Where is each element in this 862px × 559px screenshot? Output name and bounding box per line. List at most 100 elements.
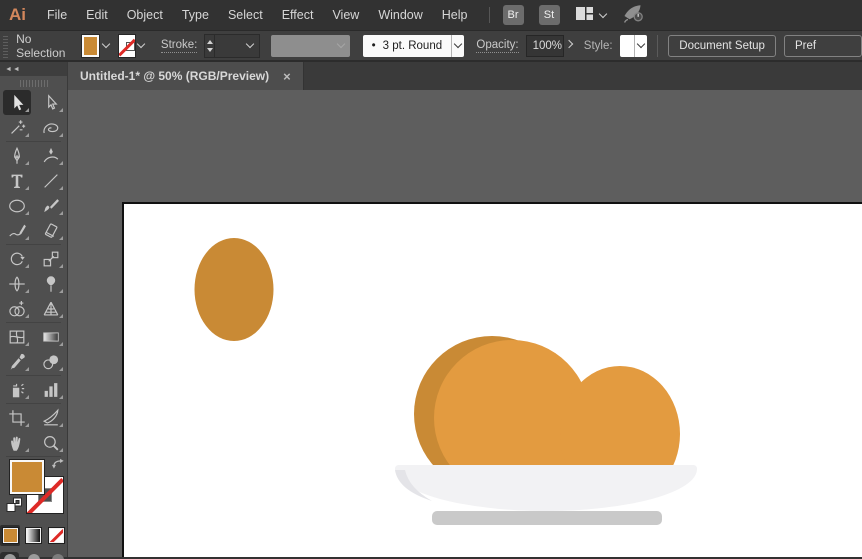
rotate-tool[interactable] [3,246,31,271]
gradient-mode-button[interactable] [23,525,43,546]
style-label: Style: [584,40,613,52]
mesh-icon [7,327,27,347]
selection-status: No Selection [16,32,72,60]
line-segment-icon [41,171,61,191]
curvature-tool[interactable] [37,143,65,168]
panel-grip[interactable] [3,34,8,58]
bridge-button[interactable]: Br [503,5,524,25]
collapse-panel-button[interactable]: ◄◄ [5,66,21,73]
none-mode-button[interactable] [47,525,67,546]
symbol-sprayer-tool[interactable] [3,377,31,402]
gradient-swatch [26,528,41,543]
mesh-tool[interactable] [3,324,31,349]
menu-effect[interactable]: Effect [282,8,314,22]
type-tool[interactable] [3,168,31,193]
hand-tool[interactable] [3,430,31,455]
color-swatch [3,528,18,543]
lasso-tool[interactable] [37,115,65,140]
menu-edit[interactable]: Edit [86,8,108,22]
menu-object[interactable]: Object [127,8,163,22]
lasso-icon [41,118,61,138]
shape-builder-tool[interactable] [3,296,31,321]
style-dropdown[interactable] [634,35,647,57]
width-tool[interactable] [3,271,31,296]
default-fill-stroke-icon[interactable] [6,497,23,518]
close-tab-icon[interactable]: × [283,70,291,83]
stock-button[interactable]: St [539,5,560,25]
stroke-weight-label[interactable]: Stroke: [161,39,197,53]
egg-ellipse[interactable] [195,238,274,341]
document-setup-button[interactable]: Document Setup [668,35,776,57]
menu-view[interactable]: View [332,8,359,22]
stroke-color-swatch[interactable] [119,35,135,57]
shaper-tool[interactable] [3,218,31,243]
column-graph-tool[interactable] [37,377,65,402]
gpu-performance-icon[interactable] [622,3,646,28]
draw-behind-button[interactable] [24,552,43,559]
magic-wand-tool[interactable] [3,115,31,140]
perspective-grid-tool[interactable] [37,296,65,321]
draw-normal-button[interactable] [0,552,19,559]
plate-base[interactable] [432,511,662,525]
selection-tool[interactable] [3,90,31,115]
color-mode-button[interactable] [0,525,20,546]
slice-icon [41,408,61,428]
none-swatch [49,528,64,543]
menu-file[interactable]: File [47,8,67,22]
artboard-tool[interactable] [3,405,31,430]
chevron-right-icon [565,40,573,48]
fill-color-swatch[interactable] [82,35,99,57]
blend-tool[interactable] [37,349,65,374]
column-graph-icon [41,380,61,400]
workspace-switcher[interactable] [575,4,606,26]
perspective-grid-icon [41,299,61,319]
stroke-color-dropdown[interactable] [135,35,147,57]
paintbrush-tool[interactable] [37,193,65,218]
preferences-button[interactable]: Pref [784,35,862,57]
opacity-field[interactable]: 100% [526,35,564,57]
symbol-sprayer-icon [7,380,27,400]
draw-inside-icon [52,554,64,559]
gradient-tool[interactable] [37,324,65,349]
menu-help[interactable]: Help [442,8,468,22]
brush-definition-dropdown[interactable] [451,35,464,57]
scale-tool[interactable] [37,246,65,271]
scale-icon [41,249,61,269]
document-tab[interactable]: Untitled-1* @ 50% (RGB/Preview) × [68,62,304,90]
eraser-tool[interactable] [37,218,65,243]
opacity-expand-button[interactable] [564,35,575,57]
ellipse-tool[interactable] [3,193,31,218]
chevron-down-icon [637,40,645,48]
zoom-tool[interactable] [37,430,65,455]
style-swatch[interactable] [620,35,634,57]
fill-color-dropdown[interactable] [99,35,111,57]
slice-tool[interactable] [37,405,65,430]
width-profile-dropdown [271,35,349,57]
eyedropper-tool[interactable] [3,349,31,374]
tools-panel-grip[interactable] [0,76,67,90]
fill-swatch[interactable] [10,460,44,494]
menu-window[interactable]: Window [378,8,422,22]
draw-inside-button[interactable] [48,552,67,559]
stroke-weight-dropdown[interactable] [215,34,260,58]
pen-tool[interactable] [3,143,31,168]
stroke-weight-stepper[interactable] [204,34,215,58]
illustrator-window: Ai File Edit Object Type Select Effect V… [0,0,862,559]
menu-type[interactable]: Type [182,8,209,22]
direct-selection-tool[interactable] [37,90,65,115]
artwork-canvas [124,204,862,557]
brush-definition-field[interactable]: •3 pt. Round [363,35,452,57]
menu-select[interactable]: Select [228,8,263,22]
swap-fill-stroke-icon[interactable] [50,457,64,475]
no-color-icon [49,529,64,543]
paintbrush-icon [41,196,61,216]
step-down-icon [207,48,213,52]
artboard[interactable] [122,202,862,557]
opacity-label[interactable]: Opacity: [476,39,518,53]
plate[interactable] [395,465,697,511]
no-stroke-icon [119,38,135,56]
line-segment-tool[interactable] [37,168,65,193]
controlbar-separator [657,35,658,57]
puppet-warp-tool[interactable] [37,271,65,296]
type-icon [7,171,27,191]
